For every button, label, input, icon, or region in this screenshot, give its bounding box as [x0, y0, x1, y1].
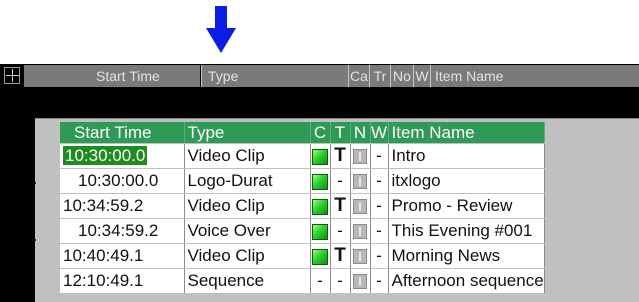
header-no[interactable]: No [390, 65, 413, 87]
green-flag-icon [312, 198, 328, 215]
header-start-time[interactable]: Start Time [24, 65, 200, 87]
col-type[interactable]: Type [184, 122, 311, 144]
cell-t[interactable]: - [330, 268, 351, 294]
cell-w[interactable]: - [370, 268, 389, 294]
cell-w[interactable]: - [370, 193, 389, 219]
col-c[interactable]: C [310, 122, 331, 144]
cell-type[interactable]: Video Clip [184, 193, 311, 219]
green-flag-icon [312, 223, 328, 240]
header-item-name[interactable]: Item Name [430, 65, 639, 87]
cell-n[interactable] [350, 268, 371, 294]
col-n[interactable]: N [350, 122, 371, 144]
cell-n[interactable] [350, 218, 371, 244]
header-w[interactable]: W [413, 65, 430, 87]
table-header-row: Start Time Type C T N W Item Name [60, 122, 545, 144]
info-icon [353, 249, 367, 265]
cell-type[interactable]: Voice Over [184, 218, 311, 244]
header-tr[interactable]: Tr [369, 65, 390, 87]
table-row[interactable]: 10:34:59.2 Video Clip T - Promo - Review [60, 193, 545, 219]
info-icon [353, 274, 367, 290]
cell-n[interactable] [350, 193, 371, 219]
green-flag-icon [312, 173, 328, 190]
cell-w[interactable]: - [370, 243, 389, 269]
cell-start-time[interactable]: 10:40:49.1 [60, 243, 185, 269]
cell-item-name[interactable]: Morning News [388, 243, 545, 269]
cell-start-time[interactable]: 10:34:59.2 [60, 218, 185, 244]
playlist-table: Start Time Type C T N W Item Name 10:30:… [60, 122, 545, 294]
cell-start-time[interactable]: 10:30:00.0 [60, 168, 185, 194]
info-icon [353, 149, 367, 165]
green-flag-icon [312, 148, 328, 165]
col-start-time[interactable]: Start Time [60, 122, 185, 144]
info-icon [353, 224, 367, 240]
cell-n[interactable] [350, 143, 371, 169]
plus-box-icon[interactable] [4, 67, 20, 84]
cell-w[interactable]: - [370, 143, 389, 169]
header-type[interactable]: Type [201, 65, 348, 87]
cell-item-name[interactable]: Intro [388, 143, 545, 169]
cell-t[interactable]: - [330, 218, 351, 244]
col-w[interactable]: W [370, 122, 389, 144]
cell-n[interactable] [350, 168, 371, 194]
cell-item-name[interactable]: itxlogo [388, 168, 545, 194]
table-row[interactable]: 10:30:00.0 Video Clip T - Intro [60, 143, 545, 169]
collapsed-column-header: Start Time Type Ca Tr No W Item Name [0, 64, 639, 88]
cell-type[interactable]: Sequence [184, 268, 311, 294]
cell-t[interactable]: T [330, 143, 351, 169]
cell-c[interactable] [310, 218, 331, 244]
cell-n[interactable] [350, 243, 371, 269]
cell-start-time[interactable]: 12:10:49.1 [60, 268, 185, 294]
cell-item-name[interactable]: This Evening #001 [388, 218, 545, 244]
cell-w[interactable]: - [370, 218, 389, 244]
cell-t[interactable]: T [330, 193, 351, 219]
info-icon [353, 199, 367, 215]
table-row[interactable]: 10:40:49.1 Video Clip T - Morning News [60, 243, 545, 269]
cell-c[interactable] [310, 193, 331, 219]
cell-start-time[interactable]: 10:34:59.2 [60, 193, 185, 219]
col-t[interactable]: T [330, 122, 351, 144]
table-row[interactable]: 12:10:49.1 Sequence - - - Afternoon sequ… [60, 268, 545, 294]
down-arrow-icon [206, 6, 236, 53]
green-flag-icon [312, 248, 328, 265]
cell-start-time[interactable]: 10:30:00.0 [60, 143, 185, 169]
cell-type[interactable]: Video Clip [184, 143, 311, 169]
cell-type[interactable]: Logo-Durat [184, 168, 311, 194]
cell-t[interactable]: T [330, 243, 351, 269]
table-row[interactable]: 10:34:59.2 Voice Over - - This Evening #… [60, 218, 545, 244]
cell-c[interactable]: - [310, 268, 331, 294]
cell-item-name[interactable]: Afternoon sequence [388, 268, 545, 294]
info-icon [353, 174, 367, 190]
cell-t[interactable]: - [330, 168, 351, 194]
cell-c[interactable] [310, 168, 331, 194]
cell-type[interactable]: Video Clip [184, 243, 311, 269]
table-row[interactable]: 10:30:00.0 Logo-Durat - - itxlogo [60, 168, 545, 194]
cell-item-name[interactable]: Promo - Review [388, 193, 545, 219]
header-ca[interactable]: Ca [348, 65, 369, 87]
cell-c[interactable] [310, 143, 331, 169]
cell-c[interactable] [310, 243, 331, 269]
col-item-name[interactable]: Item Name [388, 122, 545, 144]
cell-w[interactable]: - [370, 168, 389, 194]
